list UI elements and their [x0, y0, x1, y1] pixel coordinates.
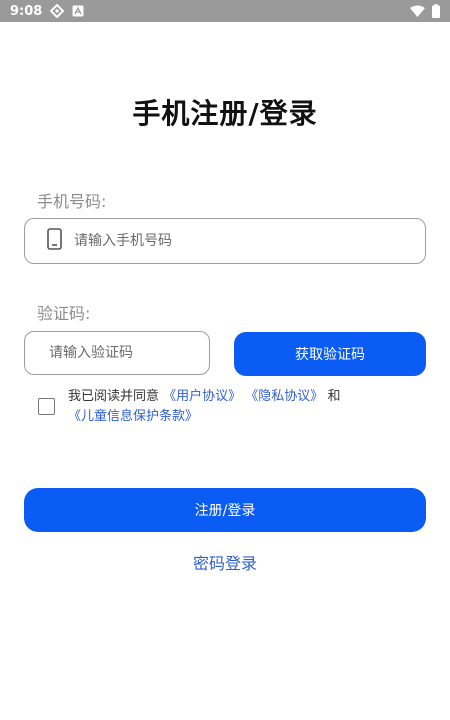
- phone-icon: [47, 228, 62, 254]
- privacy-policy-link[interactable]: 《隐私协议》: [245, 389, 323, 404]
- agreement-checkbox[interactable]: [38, 398, 55, 415]
- agreement-prefix: 我已阅读并同意: [68, 389, 164, 404]
- phone-label: 手机号码:: [37, 192, 107, 211]
- a-notification-icon: [72, 5, 84, 17]
- status-time: 9:08: [10, 3, 43, 19]
- code-input[interactable]: [49, 345, 199, 361]
- code-label: 验证码:: [37, 304, 91, 323]
- status-bar: 9:08: [0, 0, 450, 22]
- phone-input[interactable]: [74, 233, 374, 249]
- password-login-link[interactable]: 密码登录: [0, 550, 450, 574]
- code-field[interactable]: [24, 331, 210, 375]
- status-right: [410, 4, 440, 18]
- user-agreement-link[interactable]: 《用户协议》: [163, 389, 241, 404]
- phone-field[interactable]: [24, 218, 426, 264]
- agreement-conjunction: 和: [327, 389, 341, 404]
- register-login-button[interactable]: 注册/登录: [24, 488, 426, 532]
- agreement-text: 我已阅读并同意 《用户协议》 《隐私协议》 和 《儿童信息保护条款》: [68, 387, 398, 427]
- wifi-icon: [410, 5, 425, 17]
- page-title: 手机注册/登录: [132, 97, 318, 130]
- sync-icon: [50, 4, 65, 18]
- status-left: 9:08: [10, 4, 84, 19]
- get-code-button[interactable]: 获取验证码: [234, 332, 426, 376]
- children-policy-link[interactable]: 《儿童信息保护条款》: [68, 409, 198, 424]
- battery-icon: [432, 4, 440, 18]
